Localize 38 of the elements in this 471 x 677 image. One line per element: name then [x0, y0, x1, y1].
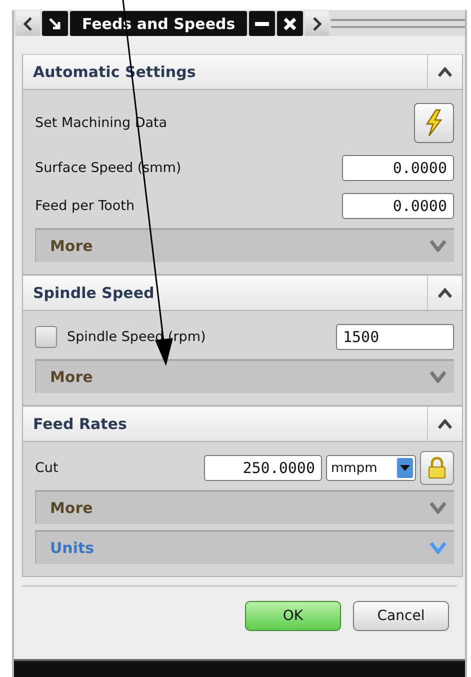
field-label: Feed per Tooth	[35, 198, 136, 214]
group-header[interactable]: More	[35, 490, 454, 524]
lightning-icon	[423, 109, 445, 137]
number-field[interactable]: 0.0000	[342, 155, 454, 181]
window-title: Feeds and Speeds	[70, 11, 248, 36]
minimize-icon	[255, 22, 270, 26]
chevron-left-icon	[22, 16, 34, 30]
minimize-button[interactable]	[249, 11, 276, 36]
caret-down-icon	[430, 371, 446, 383]
caret-down-icon	[430, 502, 446, 514]
unit-dropdown[interactable]: mmpm	[326, 455, 416, 481]
field-label: Cut	[35, 460, 60, 476]
back-button[interactable]	[16, 11, 40, 36]
caret-up-icon	[437, 67, 453, 77]
close-icon	[283, 16, 298, 30]
section-header[interactable]: Spindle Speed	[23, 275, 462, 311]
arrow-icon	[48, 16, 62, 30]
pin-button[interactable]	[42, 11, 68, 36]
checkbox[interactable]	[35, 326, 57, 348]
caret-down-icon	[430, 542, 446, 554]
section-header[interactable]: Feed Rates	[23, 406, 462, 442]
caret-up-icon	[437, 419, 453, 429]
caret-down-icon	[430, 240, 446, 252]
number-field[interactable]: 1500	[336, 324, 454, 350]
close-button[interactable]	[277, 11, 304, 36]
ok-button[interactable]: OK	[245, 601, 341, 631]
number-field[interactable]: 250.0000	[204, 455, 322, 481]
group-header[interactable]: More	[35, 228, 454, 262]
machining-data-button[interactable]	[414, 103, 454, 143]
number-field[interactable]: 0.0000	[342, 193, 454, 219]
title-bar-grip[interactable]	[331, 19, 465, 28]
cancel-button[interactable]: Cancel	[353, 601, 449, 631]
padlock-icon	[428, 457, 446, 479]
caret-up-icon	[437, 288, 453, 298]
lock-button[interactable]	[420, 451, 454, 485]
chevron-right-icon	[311, 16, 324, 30]
group-header[interactable]: More	[35, 359, 454, 393]
forward-button[interactable]	[305, 11, 330, 36]
